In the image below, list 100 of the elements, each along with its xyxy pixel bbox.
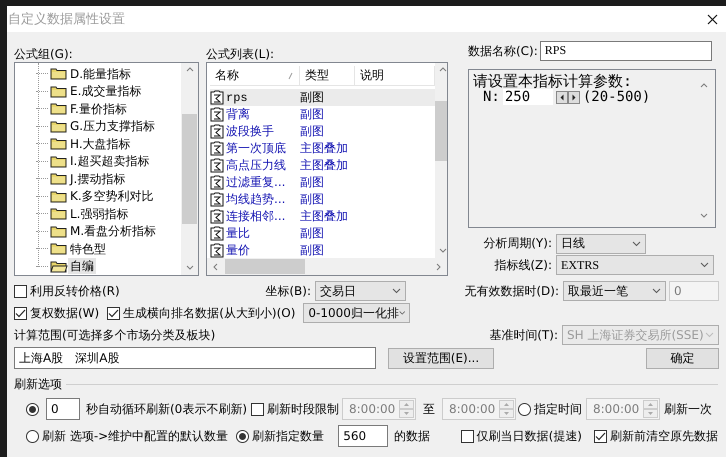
list-row[interactable]: 波段换手 副图 bbox=[210, 123, 435, 140]
tree-item[interactable]: I.超买超卖指标 bbox=[68, 153, 152, 170]
checkbox[interactable] bbox=[594, 430, 607, 442]
range-separator: 至 bbox=[423, 400, 435, 418]
table-cell-text: 波段换手 bbox=[226, 123, 275, 140]
tree-item[interactable]: 自编 bbox=[68, 258, 96, 274]
scrollbar-thumb[interactable] bbox=[225, 259, 305, 274]
radio-label[interactable]: 刷新指定数量 bbox=[252, 428, 324, 444]
field-label: 刷新一次 bbox=[664, 400, 712, 418]
radio-button[interactable] bbox=[518, 402, 531, 416]
parameter-range: (20-500) bbox=[582, 89, 650, 106]
formula-icon bbox=[210, 124, 224, 139]
tree-item[interactable]: L.强弱指标 bbox=[68, 206, 130, 222]
checkbox[interactable] bbox=[460, 430, 474, 442]
table-cell-text: 副图 bbox=[300, 242, 325, 259]
caret-icon bbox=[652, 288, 661, 294]
tree-item[interactable]: J.摆动指标 bbox=[68, 170, 128, 187]
column-header[interactable]: 名称 bbox=[210, 66, 300, 85]
radio-button[interactable] bbox=[236, 430, 250, 442]
table-cell-text: 副图 bbox=[300, 89, 325, 106]
list-row[interactable]: 第一次顶底 主图叠加 bbox=[210, 140, 435, 157]
group-title: 刷新选项 bbox=[14, 376, 62, 393]
parameter-heading: 请设置本指标计算参数: bbox=[473, 72, 632, 90]
table-cell-text: 副图 bbox=[300, 191, 325, 208]
name-field[interactable]: RPS bbox=[540, 40, 712, 61]
fallback-dropdown[interactable]: 取最近一笔 bbox=[563, 281, 666, 301]
field-label: 基准时间(T): bbox=[488, 326, 559, 344]
tree-item[interactable]: G.压力支撑指标 bbox=[68, 118, 158, 134]
seconds-field[interactable]: 0 bbox=[46, 398, 80, 420]
tree-item[interactable]: D.能量指标 bbox=[68, 66, 134, 82]
tree-item[interactable]: H.大盘指标 bbox=[68, 136, 133, 152]
checkbox-label[interactable]: 生成横向排名数据(从大到小)(O) bbox=[123, 304, 296, 322]
folder-icon bbox=[50, 207, 68, 220]
table-cell-text: 背离 bbox=[226, 106, 251, 123]
checkbox[interactable] bbox=[14, 306, 27, 320]
scrollbar[interactable] bbox=[181, 63, 198, 275]
indicator-dropdown[interactable]: EXTRS bbox=[556, 255, 714, 276]
checkbox[interactable] bbox=[107, 306, 120, 320]
caret-icon bbox=[632, 240, 641, 247]
table-cell-text: 副图 bbox=[300, 174, 325, 191]
tree-item[interactable]: E.成交量指标 bbox=[68, 83, 144, 100]
scrollbar-thumb[interactable] bbox=[182, 114, 197, 224]
list-row[interactable]: 背离 副图 bbox=[210, 106, 435, 123]
checkbox-label[interactable]: 利用反转价格(R) bbox=[30, 282, 120, 300]
tree-item[interactable]: M.看盘分析指标 bbox=[68, 223, 158, 240]
ok-button[interactable]: 确定 bbox=[646, 348, 719, 368]
table-cell-text: 过滤重复... bbox=[226, 174, 286, 191]
folder-icon bbox=[50, 172, 68, 186]
formula-icon bbox=[210, 209, 224, 224]
tree-item[interactable]: K.多空势利对比 bbox=[68, 188, 156, 204]
list-row[interactable]: 均线趋势... 副图 bbox=[210, 191, 435, 208]
range-field[interactable]: 上海A股 深圳A股 bbox=[14, 347, 376, 369]
check-icon bbox=[108, 308, 120, 318]
list-row[interactable]: 高点压力线 主图叠加 bbox=[210, 157, 435, 174]
column-header[interactable]: 类型 bbox=[300, 66, 355, 85]
list-row[interactable]: 连接相邻... 主图叠加 bbox=[210, 208, 435, 225]
table-cell-text: 量价 bbox=[226, 242, 251, 259]
spin-arrows-icon[interactable] bbox=[556, 90, 580, 104]
formula-icon bbox=[210, 192, 224, 207]
radio-button[interactable] bbox=[26, 430, 39, 442]
list-row[interactable]: 量比 副图 bbox=[210, 225, 435, 242]
list-row[interactable]: 量价 副图 bbox=[210, 242, 435, 259]
coordinate-dropdown[interactable]: 交易日 bbox=[315, 281, 406, 301]
table-cell-text: rps bbox=[226, 90, 249, 104]
folder-icon bbox=[50, 260, 68, 273]
time-field[interactable]: 8:00:00 bbox=[442, 398, 516, 420]
parameter-field[interactable]: 250 bbox=[502, 89, 553, 106]
close-icon[interactable] bbox=[707, 14, 718, 24]
checkbox-label[interactable]: 复权数据(W) bbox=[30, 304, 100, 322]
period-dropdown[interactable]: 日线 bbox=[556, 234, 646, 254]
scrollbar[interactable] bbox=[435, 63, 447, 258]
set-range-button[interactable]: 设置范围(E)... bbox=[388, 348, 494, 368]
table-cell-text: 均线趋势... bbox=[226, 191, 286, 208]
folder-icon bbox=[50, 84, 68, 98]
time-field[interactable]: 8:00:00 bbox=[586, 398, 660, 420]
section-label: 公式列表(L): bbox=[206, 46, 276, 62]
table-cell-text: 副图 bbox=[300, 225, 325, 242]
table-cell-text: 第一次顶底 bbox=[226, 140, 287, 157]
scrollbar-thumb[interactable] bbox=[435, 100, 447, 160]
scrollbar[interactable] bbox=[207, 258, 447, 275]
radio-label[interactable]: 指定时间 bbox=[534, 400, 582, 418]
list-row[interactable]: 过滤重复... 副图 bbox=[210, 174, 435, 191]
radio-label[interactable]: 秒自动循环刷新(0表示不刷新) bbox=[86, 400, 247, 418]
checkbox-label[interactable]: 仅刷当日数据(提速) bbox=[476, 428, 582, 444]
formula-icon bbox=[210, 158, 224, 173]
list-row[interactable]: rps 副图 bbox=[210, 89, 435, 106]
time-field[interactable]: 8:00:00 bbox=[342, 398, 416, 420]
checkbox-label[interactable]: 刷新前清空原先数据 bbox=[610, 428, 718, 444]
radio-label[interactable]: 刷新 选项->维护中配置的默认数量 bbox=[42, 428, 228, 444]
ranking-dropdown[interactable]: 0-1000归一化排 bbox=[303, 303, 410, 323]
sort-icon bbox=[288, 72, 293, 80]
field-label: 指标线(Z): bbox=[493, 256, 553, 274]
checkbox[interactable] bbox=[14, 284, 27, 298]
tree-item[interactable]: 特色型 bbox=[68, 240, 108, 257]
checkbox[interactable] bbox=[251, 402, 264, 416]
radio-button[interactable] bbox=[26, 402, 39, 416]
count-field[interactable]: 560 bbox=[338, 425, 388, 447]
table-cell-text: 副图 bbox=[300, 123, 325, 140]
tree-item[interactable]: F.量价指标 bbox=[68, 100, 129, 117]
checkbox-label[interactable]: 刷新时段限制 bbox=[267, 400, 339, 418]
